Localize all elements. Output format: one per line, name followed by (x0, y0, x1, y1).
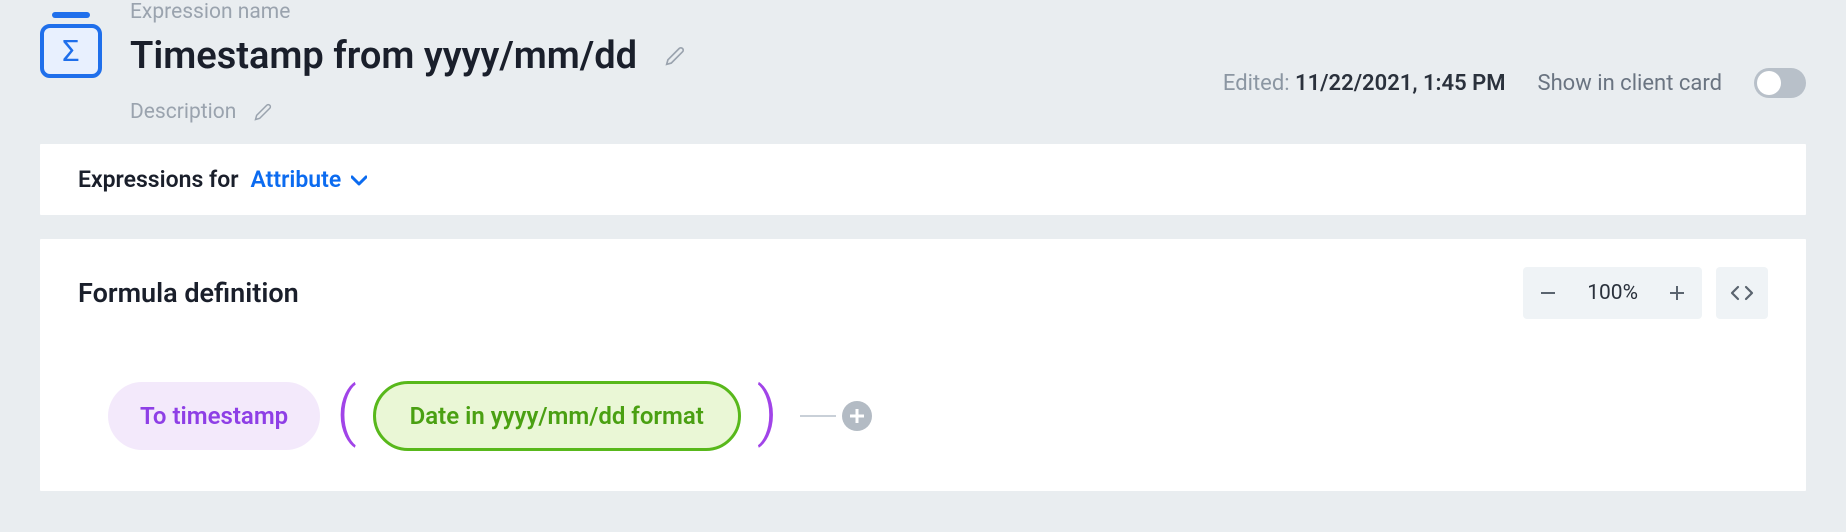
formula-definition-title: Formula definition (78, 277, 299, 309)
expression-title: Timestamp from yyyy/mm/dd (130, 34, 637, 78)
zoom-out-button[interactable] (1523, 267, 1573, 319)
expression-icon: Σ (40, 12, 102, 78)
zoom-level: 100% (1573, 281, 1652, 305)
expressions-for-dropdown[interactable]: Attribute (250, 166, 367, 193)
show-in-client-card-toggle[interactable] (1754, 68, 1806, 98)
add-node-button[interactable] (842, 401, 872, 431)
chevron-down-icon (351, 166, 367, 193)
edited-timestamp: Edited: 11/22/2021, 1:45 PM (1223, 71, 1506, 96)
close-paren: ) (741, 380, 794, 444)
expressions-for-label: Expressions for (78, 166, 238, 193)
edit-description-button[interactable] (254, 103, 272, 121)
argument-pill-date-format[interactable]: Date in yyyy/mm/dd format (373, 381, 741, 451)
show-in-client-card-label: Show in client card (1538, 71, 1723, 96)
open-paren: ( (320, 380, 372, 444)
sigma-icon: Σ (40, 24, 102, 78)
edit-name-button[interactable] (665, 46, 685, 66)
zoom-control: 100% (1523, 267, 1702, 319)
function-pill-to-timestamp[interactable]: To timestamp (108, 382, 320, 450)
expression-name-label: Expression name (130, 0, 1195, 24)
zoom-in-button[interactable] (1652, 267, 1702, 319)
code-view-button[interactable] (1716, 267, 1768, 319)
description-label: Description (130, 100, 236, 124)
connector-line (800, 415, 836, 417)
